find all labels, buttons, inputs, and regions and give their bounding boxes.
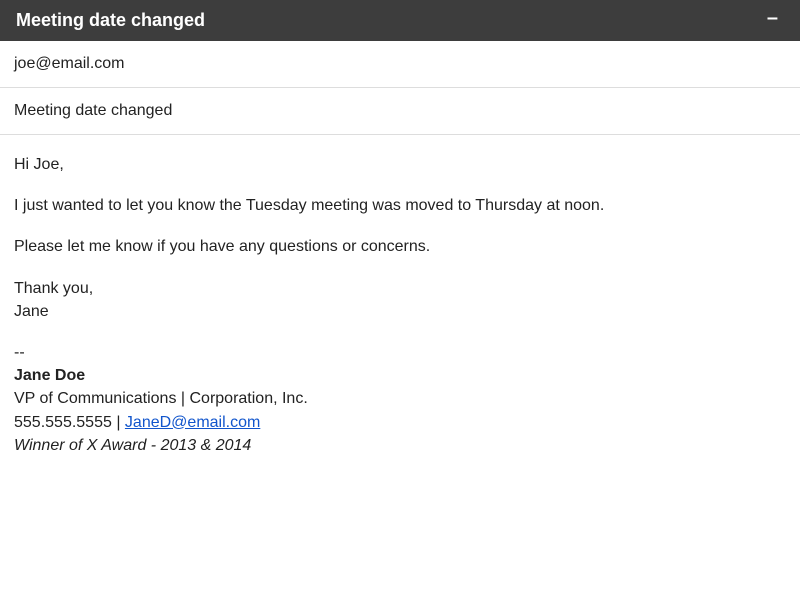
window-titlebar: Meeting date changed – — [0, 0, 800, 41]
body-greeting: Hi Joe, — [14, 153, 786, 176]
signature-phone: 555.555.5555 — [14, 414, 112, 431]
body-paragraph-2: Please let me know if you have any quest… — [14, 235, 786, 258]
signature-title: VP of Communications | Corporation, Inc. — [14, 387, 786, 410]
signature-award: Winner of X Award - 2013 & 2014 — [14, 434, 786, 457]
subject-field[interactable]: Meeting date changed — [0, 88, 800, 135]
body-closing-thanks: Thank you, — [14, 277, 786, 300]
body-closing-name: Jane — [14, 300, 786, 323]
signature-contact-sep: | — [112, 414, 125, 431]
minimize-button[interactable]: – — [761, 13, 784, 29]
to-field[interactable]: joe@email.com — [0, 41, 800, 88]
signature-name: Jane Doe — [14, 364, 786, 387]
body-paragraph-1: I just wanted to let you know the Tuesda… — [14, 194, 786, 217]
subject-value: Meeting date changed — [14, 102, 172, 119]
email-body[interactable]: Hi Joe, I just wanted to let you know th… — [0, 135, 800, 475]
signature-email-link[interactable]: JaneD@email.com — [125, 414, 260, 431]
to-value: joe@email.com — [14, 55, 125, 72]
signature-separator: -- — [14, 341, 786, 364]
window-title: Meeting date changed — [16, 10, 205, 31]
signature-contact: 555.555.5555 | JaneD@email.com — [14, 411, 786, 434]
